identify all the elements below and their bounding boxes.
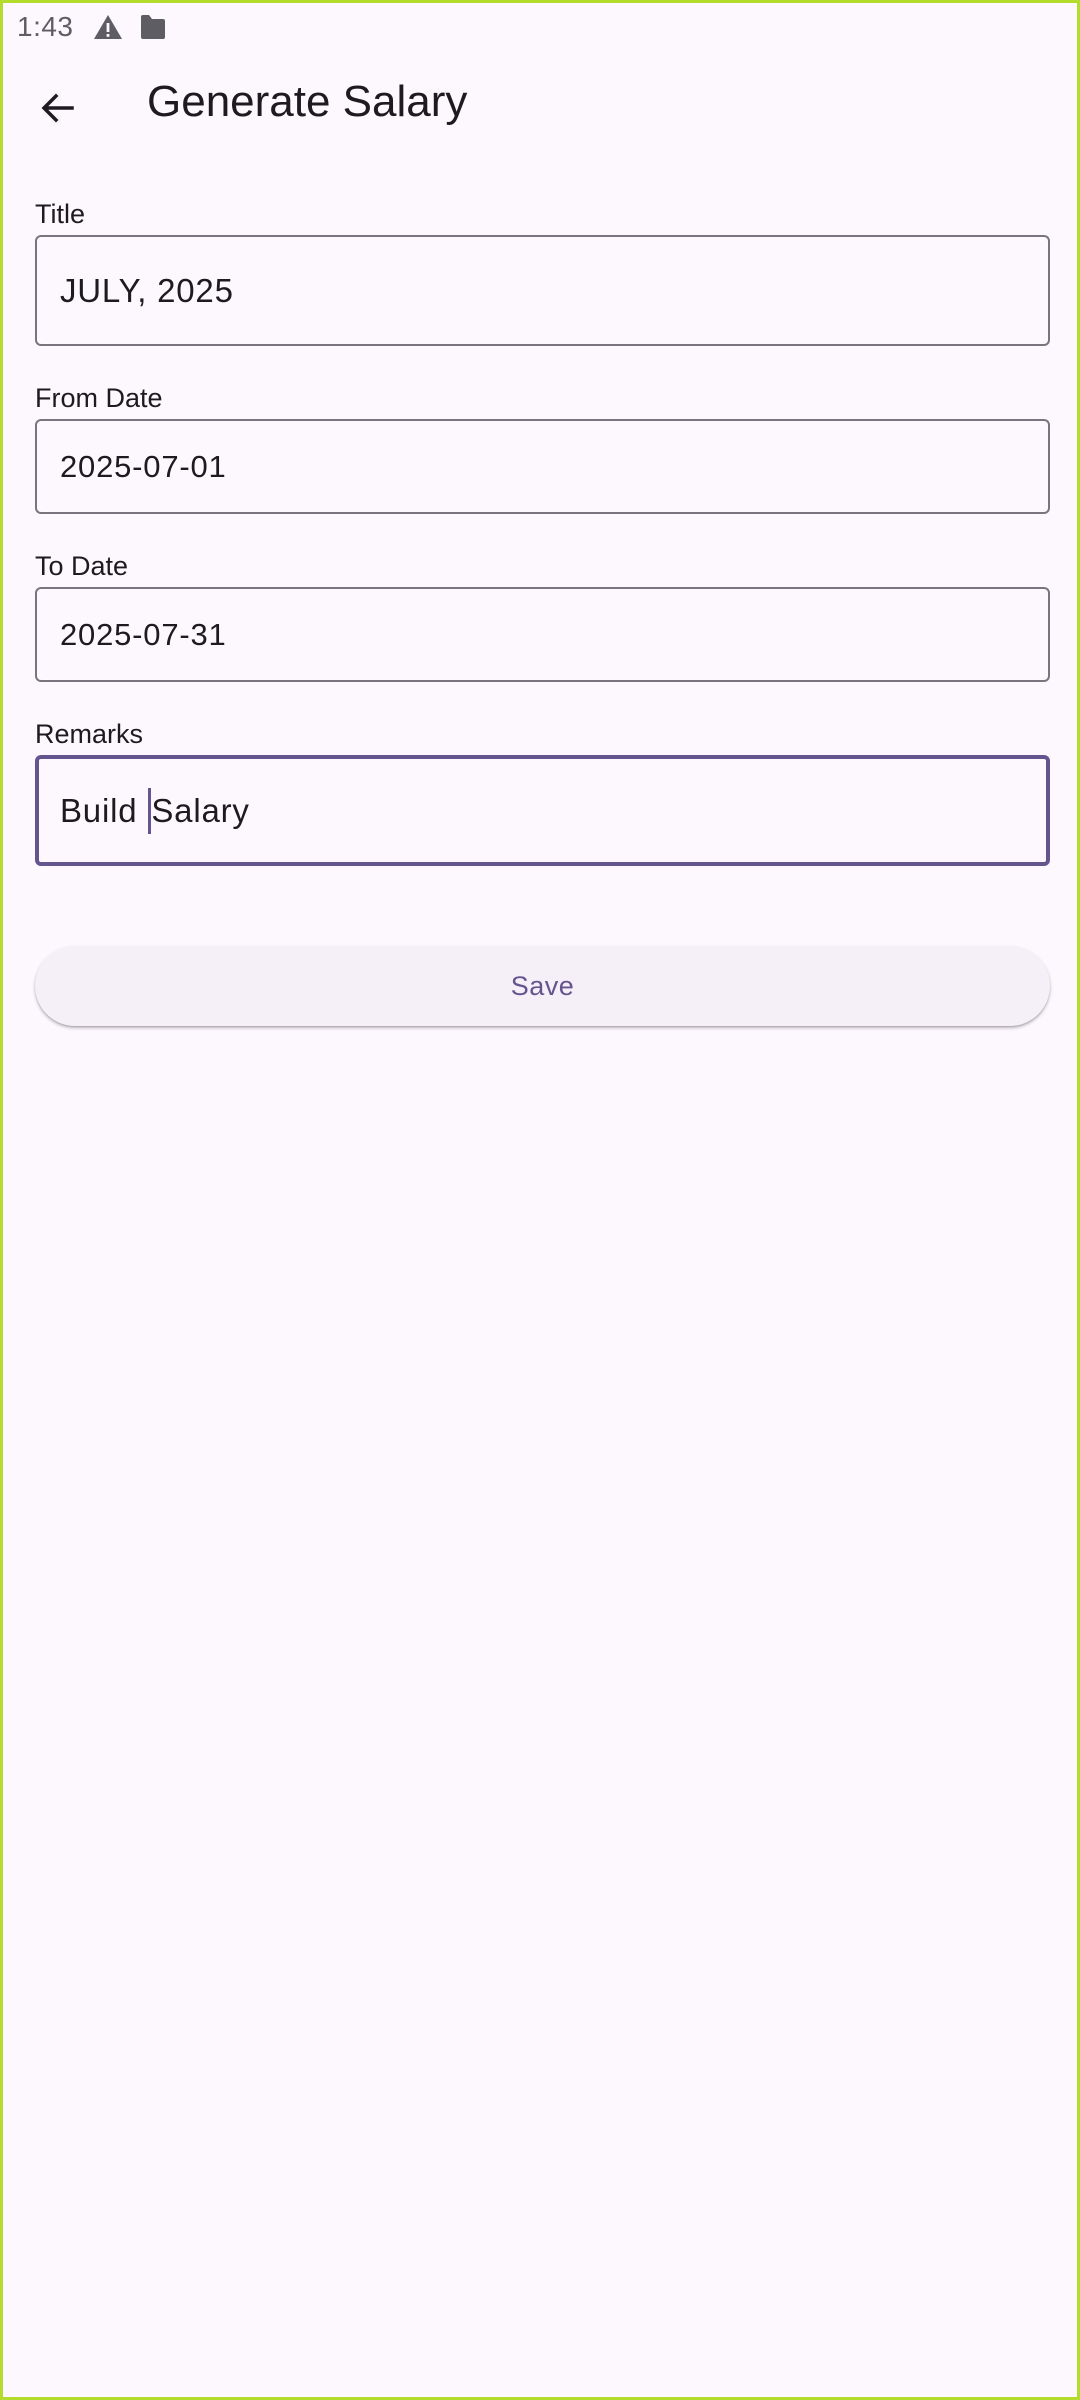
to-date-value: 2025-07-31 <box>60 616 227 652</box>
remarks-value-before-cursor: Build <box>60 791 148 829</box>
remarks-value: Build Salary <box>60 787 250 834</box>
status-bar: 1:43 <box>3 3 1077 53</box>
from-date-field[interactable]: 2025-07-01 <box>35 419 1050 514</box>
status-time: 1:43 <box>17 11 74 42</box>
title-field[interactable]: JULY, 2025 <box>35 235 1050 346</box>
from-date-label: From Date <box>35 383 163 413</box>
sd-card-icon <box>137 13 167 41</box>
page-title: Generate Salary <box>147 77 468 126</box>
screen: 1:43 Generate Salary Title JULY, 2025 Fr… <box>0 0 1080 2400</box>
from-date-value: 2025-07-01 <box>60 448 227 484</box>
arrow-back-icon <box>41 93 74 123</box>
warning-icon <box>93 13 123 41</box>
to-date-label: To Date <box>35 551 129 581</box>
save-button-label: Save <box>510 970 575 1001</box>
back-button[interactable] <box>23 73 93 143</box>
title-value: JULY, 2025 <box>60 271 234 309</box>
title-label: Title <box>35 199 86 229</box>
app-bar: Generate Salary <box>3 53 1077 159</box>
remarks-field[interactable]: Build Salary <box>35 755 1050 866</box>
remarks-value-after-cursor: Salary <box>151 791 250 829</box>
remarks-label: Remarks <box>35 719 144 749</box>
save-button[interactable]: Save <box>35 946 1050 1026</box>
to-date-field[interactable]: 2025-07-31 <box>35 587 1050 682</box>
